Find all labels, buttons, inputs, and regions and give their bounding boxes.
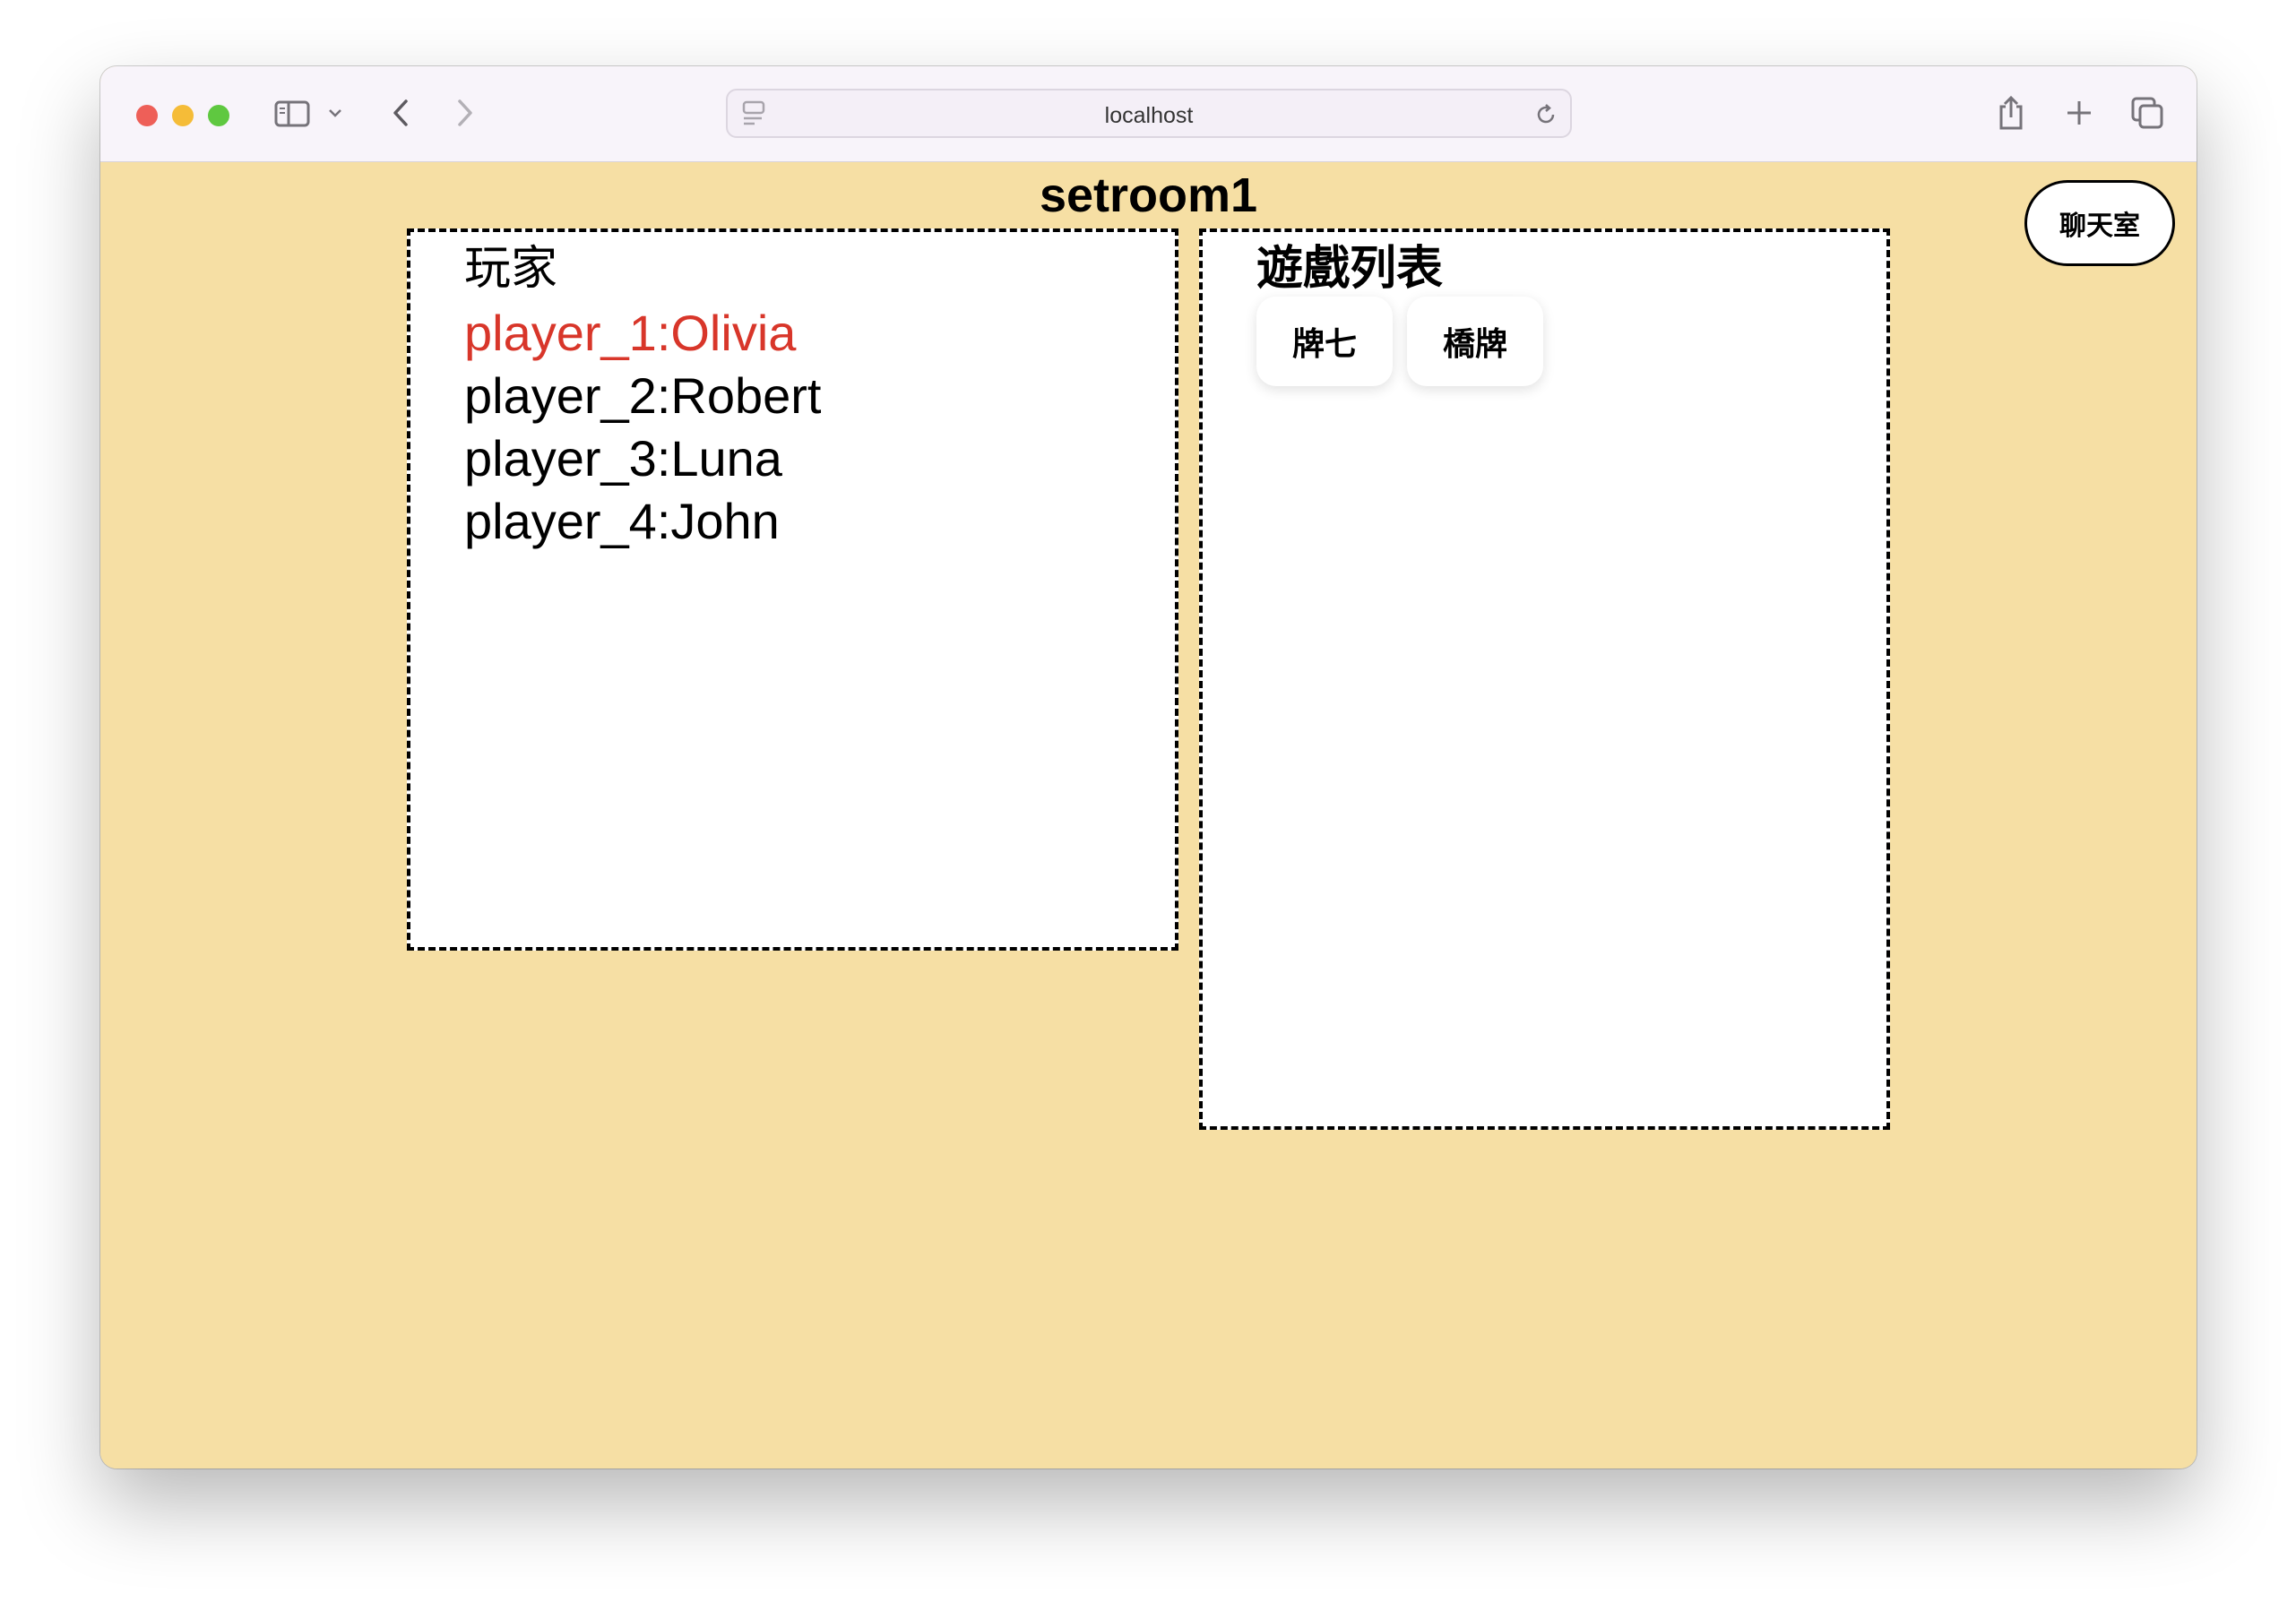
game-buttons: 牌七 橋牌 bbox=[1256, 297, 1543, 386]
maximize-window-button[interactable] bbox=[208, 105, 229, 126]
minimize-window-button[interactable] bbox=[172, 105, 194, 126]
tab-overview-icon[interactable] bbox=[2129, 95, 2165, 131]
player-list: player_1:Olivia player_2:Robert player_3… bbox=[464, 302, 821, 553]
address-bar[interactable]: localhost bbox=[726, 89, 1572, 138]
close-window-button[interactable] bbox=[136, 105, 158, 126]
game-list-heading: 遊戲列表 bbox=[1256, 243, 1444, 295]
game-button-bridge[interactable]: 橋牌 bbox=[1407, 297, 1543, 386]
game-list-panel: 遊戲列表 牌七 橋牌 bbox=[1199, 228, 1890, 1130]
player-item: player_2:Robert bbox=[464, 367, 822, 424]
chevron-down-icon[interactable] bbox=[326, 104, 344, 122]
url-text: localhost bbox=[1104, 103, 1194, 128]
sidebar-icon[interactable] bbox=[274, 99, 310, 129]
player-item: player_3:Luna bbox=[464, 430, 782, 487]
browser-toolbar: localhost bbox=[100, 66, 2197, 162]
plus-icon[interactable] bbox=[2063, 97, 2095, 129]
players-panel: 玩家 player_1:Olivia player_2:Robert playe… bbox=[407, 228, 1178, 951]
room-title: setroom1 bbox=[1039, 168, 1258, 222]
reload-icon[interactable] bbox=[1532, 101, 1559, 128]
forward-arrow-icon[interactable] bbox=[452, 97, 479, 129]
player-item: player_4:John bbox=[464, 493, 780, 549]
game-button-sevens[interactable]: 牌七 bbox=[1256, 297, 1393, 386]
player-item: player_1:Olivia bbox=[464, 305, 797, 361]
players-heading: 玩家 bbox=[464, 243, 558, 295]
browser-window: localhost setroom1 聊天室 玩家 player_1:Olivi… bbox=[100, 66, 2197, 1468]
share-icon[interactable] bbox=[1995, 93, 2027, 133]
page-content: setroom1 聊天室 玩家 player_1:Olivia player_2… bbox=[100, 162, 2197, 1468]
back-arrow-icon[interactable] bbox=[387, 97, 414, 129]
chat-room-button[interactable]: 聊天室 bbox=[2024, 180, 2175, 266]
